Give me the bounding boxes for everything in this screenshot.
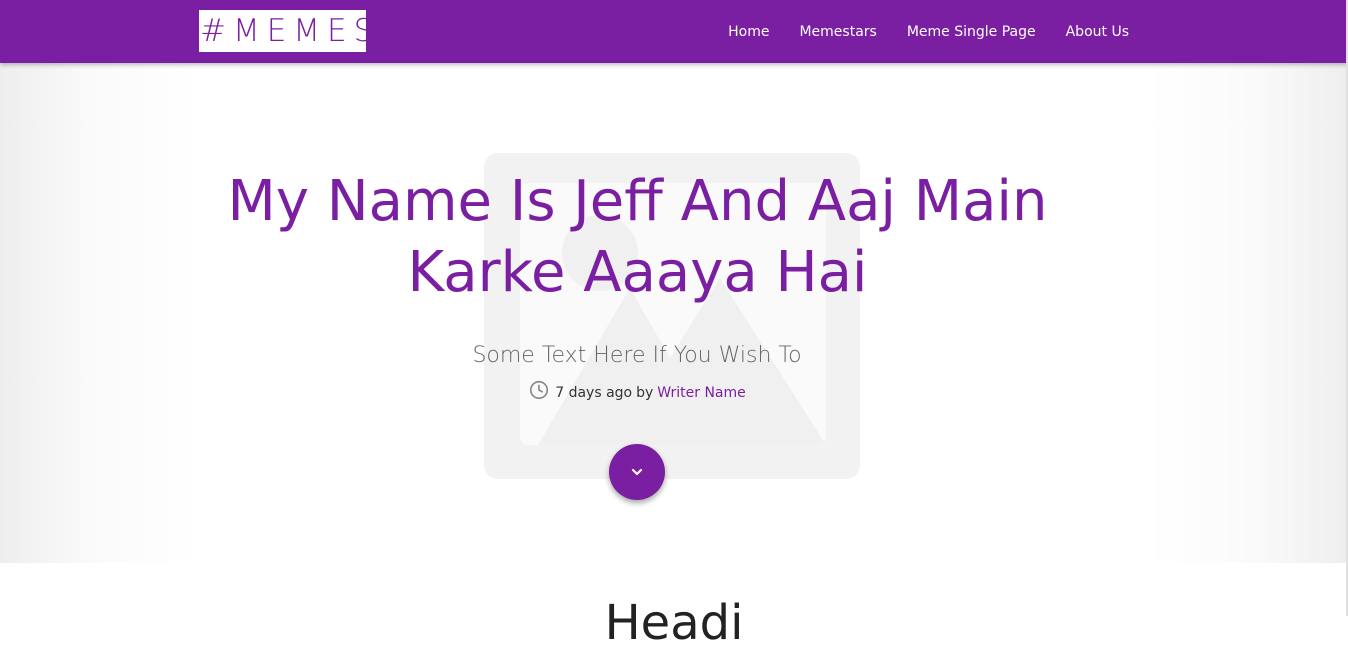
post-by: by: [636, 385, 654, 401]
chevron-down-icon: [631, 468, 643, 476]
nav-link-memestars[interactable]: Memestars: [799, 24, 876, 40]
hero-section: My Name Is Jeff And Aaj Main Karke Aaaya…: [0, 63, 1348, 563]
author-link[interactable]: Writer Name: [657, 385, 745, 401]
nav-links: Home Memestars Meme Single Page About Us: [698, 0, 1129, 63]
scroll-down-button[interactable]: [609, 444, 665, 500]
clock-icon: [530, 380, 549, 400]
nav-link-about-us[interactable]: About Us: [1066, 24, 1129, 40]
post-meta: 7 days ago by Writer Name: [437, 380, 837, 405]
nav-link-home[interactable]: Home: [728, 24, 769, 40]
navbar: #MEMES Home Memestars Meme Single Page A…: [0, 0, 1348, 63]
brand-logo[interactable]: #MEMES: [199, 10, 366, 52]
hero-subtitle: Some Text Here If You Wish To: [472, 343, 802, 368]
hero-title-line-1: My Name Is Jeff And Aaj Main: [227, 169, 1048, 234]
nav-link-meme-single-page[interactable]: Meme Single Page: [907, 24, 1036, 40]
hero-title-line-2: Karke Aaaya Hai: [407, 240, 868, 305]
section-heading: Headi: [604, 595, 744, 651]
hero-title: My Name Is Jeff And Aaj Main Karke Aaaya…: [200, 166, 1075, 308]
post-time: 7 days ago: [555, 385, 633, 401]
